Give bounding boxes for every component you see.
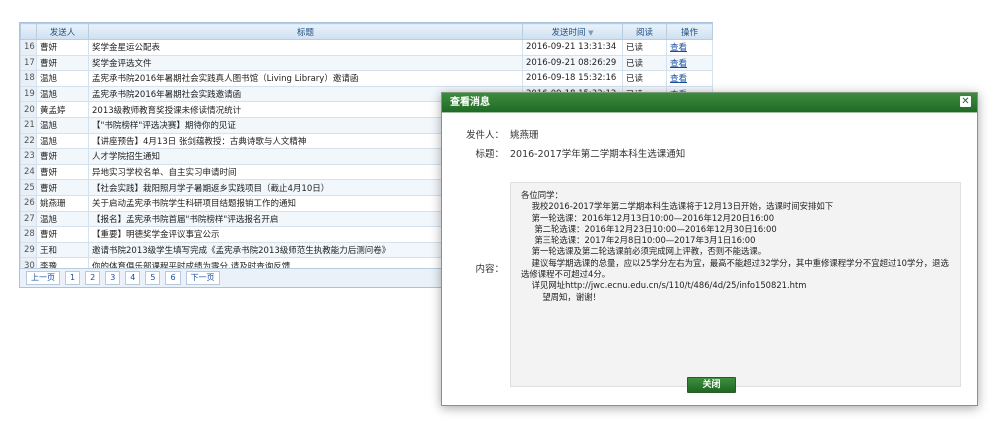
row-op-cell: 查看	[666, 54, 713, 72]
row-index: 17	[20, 54, 37, 72]
table-row[interactable]: 17 曹妍 奖学金评选文件 2016-09-21 08:26:29 已读 查看	[20, 54, 713, 72]
header-title[interactable]: 标题	[88, 23, 523, 40]
table-header-row: 发送人 标题 发送时间 ▼ 阅读 操作	[20, 23, 713, 40]
page-4-button[interactable]: 4	[125, 271, 141, 285]
dialog-title: 查看消息	[450, 97, 490, 108]
page-5-button[interactable]: 5	[145, 271, 161, 285]
row-index: 22	[20, 132, 37, 150]
header-sender[interactable]: 发送人	[36, 23, 89, 40]
row-read-status: 已读	[622, 54, 667, 72]
row-sender: 姚燕珊	[36, 194, 89, 212]
message-content: 各位同学： 我校2016-2017学年第二学期本科生选课将于12月13日开始，选…	[511, 183, 960, 310]
row-title: 孟宪承书院2016年暑期社会实践真人图书馆（Living Library）邀请函	[88, 70, 523, 87]
content-line: 各位同学：	[521, 190, 563, 200]
message-content-box: 各位同学： 我校2016-2017学年第二学期本科生选课将于12月13日开始，选…	[510, 182, 961, 387]
prev-page-button[interactable]: 上一页	[26, 271, 60, 285]
content-line: 第三轮选课：2017年2月8日10:00—2017年3月1日16:00	[521, 235, 756, 246]
row-sender: 温旭	[36, 85, 89, 103]
row-title: 奖学金星运公配表	[88, 39, 523, 56]
row-index: 27	[20, 210, 37, 228]
row-time: 2016-09-21 08:26:29	[522, 54, 623, 72]
page-6-button[interactable]: 6	[165, 271, 181, 285]
header-op: 操作	[666, 23, 713, 40]
row-sender: 温旭	[36, 116, 89, 134]
row-sender: 温旭	[36, 132, 89, 150]
row-index: 16	[20, 39, 37, 56]
content-label: 内容：	[475, 264, 504, 275]
row-index: 20	[20, 101, 37, 118]
sender-label: 发件人：	[465, 130, 504, 141]
row-sender: 温旭	[36, 210, 89, 228]
subject-value: 2016-2017学年第二学期本科生选课通知	[510, 149, 686, 160]
row-read-status: 已读	[622, 39, 667, 56]
page-1-button[interactable]: 1	[65, 271, 81, 285]
sort-down-icon[interactable]: ▼	[588, 29, 593, 37]
page-2-button[interactable]: 2	[85, 271, 101, 285]
row-op-cell: 查看	[666, 39, 713, 56]
content-line: 详见网址http://jwc.ecnu.edu.cn/s/110/t/486/4…	[521, 280, 807, 291]
table-row[interactable]: 16 曹妍 奖学金星运公配表 2016-09-21 13:31:34 已读 查看	[20, 39, 713, 56]
page-3-button[interactable]: 3	[105, 271, 121, 285]
close-icon[interactable]: ✕	[960, 96, 971, 107]
row-view-link[interactable]: 查看	[670, 74, 687, 84]
row-sender: 曹妍	[36, 148, 89, 165]
dialog-body: 发件人： 姚燕珊 标题： 2016-2017学年第二学期本科生选课通知 内容： …	[442, 112, 977, 405]
row-view-link[interactable]: 查看	[670, 59, 687, 69]
close-button[interactable]: 关闭	[687, 377, 736, 393]
header-index	[20, 23, 37, 40]
sender-value: 姚燕珊	[510, 130, 539, 141]
row-index: 28	[20, 226, 37, 243]
row-index: 21	[20, 116, 37, 134]
header-time-label: 发送时间	[551, 27, 586, 38]
table-row[interactable]: 18 温旭 孟宪承书院2016年暑期社会实践真人图书馆（Living Library…	[20, 70, 713, 87]
row-index: 25	[20, 179, 37, 196]
content-line: 第二轮选课：2016年12月23日10:00—2016年12月30日16:00	[521, 223, 777, 234]
row-index: 26	[20, 194, 37, 212]
row-index: 29	[20, 241, 37, 259]
content-line: 望周知，谢谢！	[521, 291, 601, 302]
content-line: 第一轮选课：2016年12月13日10:00—2016年12月20日16:00	[521, 212, 775, 223]
row-time: 2016-09-21 13:31:34	[522, 39, 623, 56]
content-line: 建议每学期选课的总量，应以25学分左右为宜，最高不能超过32学分，其中重修课程学…	[521, 257, 949, 280]
content-line: 我校2016-2017学年第二学期本科生选课将于12月13日开始，选课时间安排如…	[521, 201, 834, 212]
row-index: 23	[20, 148, 37, 165]
row-view-link[interactable]: 查看	[670, 43, 687, 53]
dialog-titlebar: 查看消息 ✕	[442, 93, 977, 112]
row-index: 18	[20, 70, 37, 87]
next-page-button[interactable]: 下一页	[185, 271, 220, 285]
view-message-dialog: 查看消息 ✕ 发件人： 姚燕珊 标题： 2016-2017学年第二学期本科生选课…	[441, 92, 978, 406]
row-index: 24	[20, 163, 37, 181]
row-sender: 曹妍	[36, 39, 89, 56]
row-sender: 黄孟婷	[36, 101, 89, 118]
row-sender: 曹妍	[36, 163, 89, 181]
subject-label: 标题：	[475, 149, 504, 160]
header-time[interactable]: 发送时间 ▼	[522, 23, 623, 40]
row-sender: 曹妍	[36, 226, 89, 243]
row-sender: 王和	[36, 241, 89, 259]
content-line: 第一轮选课及第二轮选课前必须完成网上评教，否则不能选课。	[521, 246, 767, 257]
row-op-cell: 查看	[666, 70, 713, 87]
row-sender: 曹妍	[36, 54, 89, 72]
row-sender: 温旭	[36, 70, 89, 87]
row-read-status: 已读	[622, 70, 667, 87]
header-read[interactable]: 阅读	[622, 23, 667, 40]
row-title: 奖学金评选文件	[88, 54, 523, 72]
row-time: 2016-09-18 15:32:16	[522, 70, 623, 87]
row-sender: 曹妍	[36, 179, 89, 196]
row-index: 19	[20, 85, 37, 103]
